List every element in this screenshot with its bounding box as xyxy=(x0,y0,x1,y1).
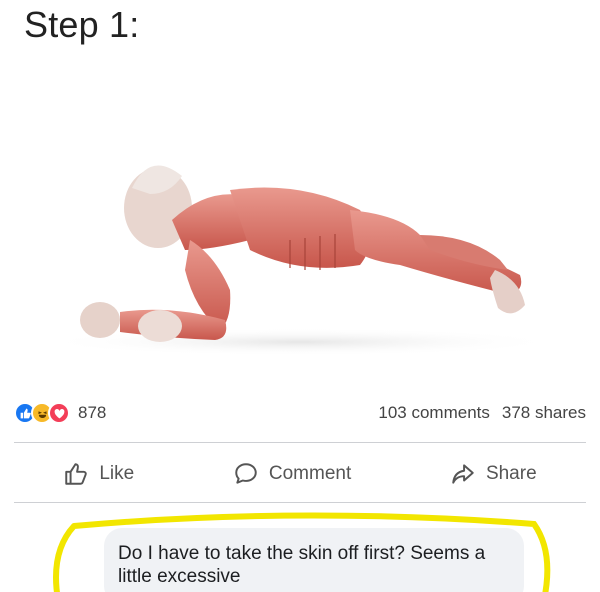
plank-anatomy-illustration xyxy=(40,165,560,356)
divider xyxy=(14,442,586,443)
comment-icon xyxy=(235,463,257,484)
reaction-icons xyxy=(14,402,70,424)
share-button[interactable]: Share xyxy=(450,461,537,487)
comment-button[interactable]: Comment xyxy=(233,461,351,487)
reaction-count-group[interactable]: 878 xyxy=(14,402,106,424)
thumbs-up-icon xyxy=(65,463,88,485)
reaction-count: 878 xyxy=(78,403,107,422)
share-label: Share xyxy=(485,463,537,484)
reactions-summary: 878 103 comments 378 shares xyxy=(14,398,586,428)
share-icon xyxy=(452,464,474,484)
like-label: Like xyxy=(99,463,135,484)
post-text: Step 1: xyxy=(24,4,140,45)
comment-label: Comment xyxy=(268,463,352,484)
post-image[interactable] xyxy=(0,90,600,380)
shares-count-link[interactable]: 378 shares xyxy=(502,403,586,423)
comments-count-link[interactable]: 103 comments xyxy=(378,403,490,423)
love-icon xyxy=(48,402,70,424)
post-actions: Like Comment Share xyxy=(14,452,586,496)
like-button[interactable]: Like xyxy=(63,461,134,487)
divider xyxy=(14,502,586,503)
comment-bubble[interactable]: Do I have to take the skin off first? Se… xyxy=(104,528,524,592)
engagement-counts: 103 comments 378 shares xyxy=(378,403,586,423)
comment-text: Do I have to take the skin off first? Se… xyxy=(118,543,486,587)
highlighted-comment: Do I have to take the skin off first? Se… xyxy=(44,512,556,592)
